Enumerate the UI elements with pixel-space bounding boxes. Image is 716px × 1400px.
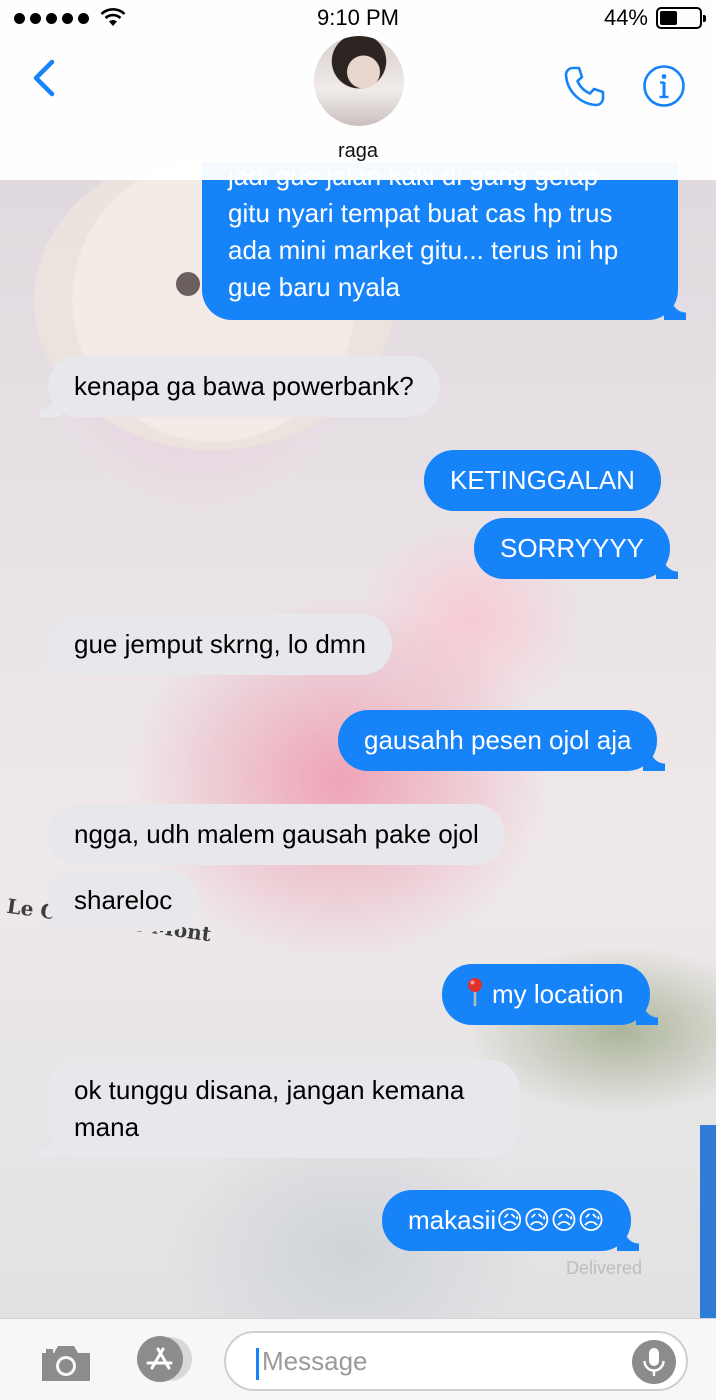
message-bubble-received[interactable]: ok tunggu disana, jangan kemana mana — [40, 1060, 520, 1158]
phone-icon[interactable] — [562, 64, 606, 108]
message-line: ok tunggu disana, jangan kemana — [74, 1075, 465, 1105]
message-bubble-sent[interactable]: KETINGGALAN — [424, 450, 661, 511]
message-line: ada mini market gitu... terus ini hp — [228, 235, 619, 265]
message-bubble-sent[interactable]: SORRYYYY — [474, 518, 679, 579]
map-pin-icon — [468, 978, 482, 1006]
record-hole — [176, 272, 200, 296]
message-line: gitu nyari tempat buat cas hp trus — [228, 198, 613, 228]
microphone-icon[interactable] — [632, 1340, 676, 1384]
message-bubble-received[interactable]: ngga, udh malem gausah pake ojol — [48, 804, 505, 865]
message-line: gue baru nyala — [228, 272, 401, 302]
chevron-left-icon[interactable] — [26, 58, 66, 98]
message-bubble-received[interactable]: gue jemput skrng, lo dmn — [40, 614, 392, 675]
battery-fill — [660, 11, 677, 25]
message-bubble-sent[interactable]: jadi gue jalan kaki di gang gelap gitu n… — [202, 161, 686, 320]
message-text: KETINGGALAN — [450, 465, 635, 495]
location-bubble[interactable]: my location — [442, 964, 657, 1025]
conversation-header: raga — [0, 36, 716, 180]
compose-bar: Message — [0, 1318, 716, 1400]
message-text: shareloc — [74, 885, 173, 915]
message-text: SORRYYYY — [500, 533, 645, 563]
message-bubble-received[interactable]: shareloc — [39, 870, 199, 931]
battery-icon — [656, 7, 706, 29]
message-text: ngga, udh malem gausah pake ojol — [74, 819, 479, 849]
avatar[interactable] — [314, 36, 404, 126]
message-bubble-sent[interactable]: makasii😥😥😥😥 — [382, 1190, 639, 1251]
message-placeholder: Message — [262, 1346, 368, 1376]
status-bar: 9:10 PM 44% — [0, 0, 716, 36]
status-time: 9:10 PM — [317, 5, 399, 30]
message-bubble-received[interactable]: kenapa ga bawa powerbank? — [40, 356, 440, 417]
message-bubble-sent[interactable]: gausahh pesen ojol aja — [338, 710, 666, 771]
text-caret — [256, 1348, 259, 1380]
message-text: kenapa ga bawa powerbank? — [74, 371, 414, 401]
message-text: gue jemput skrng, lo dmn — [74, 629, 366, 659]
contact-name[interactable]: raga — [0, 140, 716, 163]
info-icon[interactable] — [642, 64, 686, 108]
message-text: gausahh pesen ojol aja — [364, 725, 632, 755]
message-input[interactable]: Message — [224, 1331, 688, 1391]
message-line: mana — [74, 1112, 140, 1142]
camera-icon[interactable] — [38, 1341, 94, 1385]
message-text: my location — [492, 979, 624, 1009]
background-object — [700, 1125, 716, 1320]
message-text: makasii😥😥😥😥 — [408, 1205, 605, 1235]
delivered-label: Delivered — [566, 1258, 643, 1278]
app-store-icon[interactable] — [130, 1335, 196, 1383]
